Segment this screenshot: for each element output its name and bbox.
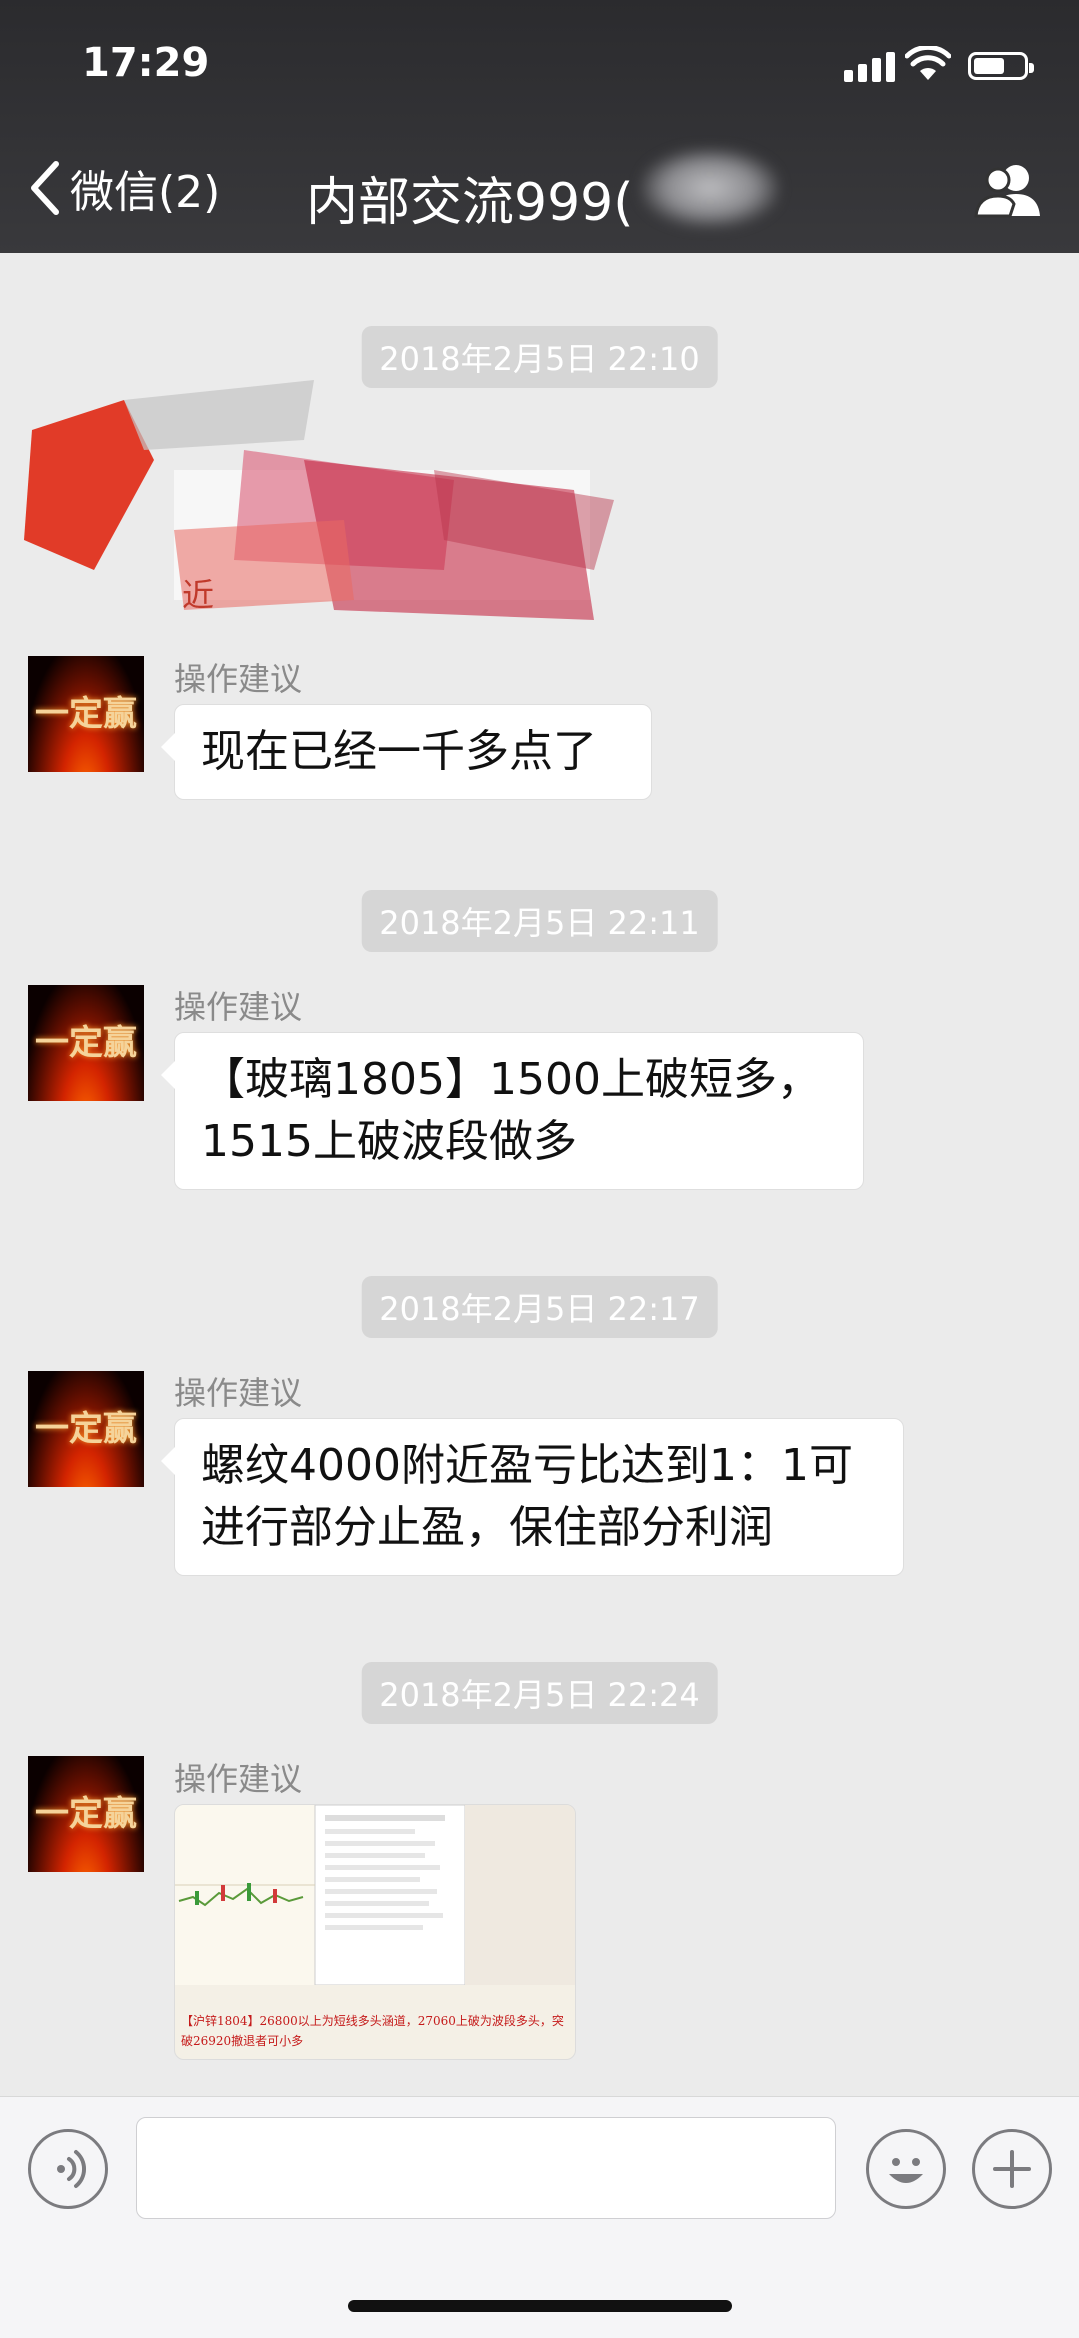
message-text: 现在已经一千多点了 <box>201 726 597 777</box>
redacted-fragment: 近 <box>182 576 214 614</box>
status-time: 17:29 <box>82 40 210 86</box>
sender-name: 操作建议 <box>174 660 303 698</box>
message-text: 螺纹4000附近盈亏比达到1：1可 进行部分止盈，保住部分利润 <box>201 1440 853 1553</box>
avatar[interactable]: 一定赢 <box>28 656 144 772</box>
back-button[interactable]: 微信(2) <box>26 158 220 218</box>
more-button[interactable] <box>972 2129 1052 2209</box>
group-members-icon[interactable] <box>974 160 1044 220</box>
redacted-title-part <box>640 148 780 228</box>
emoji-icon <box>889 2158 923 2183</box>
avatar[interactable]: 一定赢 <box>28 1756 144 1872</box>
voice-icon <box>57 2150 87 2188</box>
message-input[interactable] <box>136 2117 836 2219</box>
battery-icon <box>968 52 1034 80</box>
wifi-icon <box>905 46 951 80</box>
sender-name: 操作建议 <box>174 1374 303 1412</box>
avatar-text: 一定赢 <box>35 1794 137 1834</box>
message-bubble[interactable]: 【玻璃1805】1500上破短多， 1515上破波段做多 <box>161 1032 864 1190</box>
back-chevron-icon <box>31 161 59 215</box>
sender-name: 操作建议 <box>174 988 303 1026</box>
avatar-text: 一定赢 <box>35 1409 137 1449</box>
back-label: 微信(2) <box>70 167 221 218</box>
input-bar <box>0 2096 1079 2241</box>
image-caption: 【沪锌1804】26800以上为短线多头涵道，27060上破为波段多头，突破26… <box>181 2014 564 2048</box>
candlestick-thumbnail <box>175 1805 575 1986</box>
avatar[interactable]: 一定赢 <box>28 985 144 1101</box>
avatar[interactable]: 一定赢 <box>28 1371 144 1487</box>
chart-image-message[interactable]: 【沪锌1804】26800以上为短线多头涵道，27060上破为波段多头，突破26… <box>174 1804 576 2060</box>
message-text: 【玻璃1805】1500上破短多， 1515上破波段做多 <box>201 1054 821 1167</box>
avatar-text: 一定赢 <box>35 1023 137 1063</box>
avatar-text: 一定赢 <box>35 694 137 734</box>
message-bubble[interactable]: 现在已经一千多点了 <box>161 704 652 800</box>
message-bubble[interactable]: 螺纹4000附近盈亏比达到1：1可 进行部分止盈，保住部分利润 <box>161 1418 904 1576</box>
message-timestamp: 2018年2月5日 22:11 <box>361 890 718 952</box>
sender-name: 操作建议 <box>174 1760 303 1798</box>
home-indicator[interactable] <box>348 2300 732 2312</box>
voice-button[interactable] <box>28 2129 108 2209</box>
navigation-bar: 17:29 微信(2) 内部交流999( <box>0 0 1079 253</box>
safe-area <box>0 2240 1079 2338</box>
cellular-signal-icon <box>844 50 896 82</box>
emoji-button[interactable] <box>866 2129 946 2209</box>
plus-icon <box>993 2150 1031 2188</box>
message-timestamp: 2018年2月5日 22:17 <box>361 1276 718 1338</box>
chat-title: 内部交流999( <box>306 173 634 233</box>
redacted-image-message: 近 <box>24 380 614 620</box>
message-timestamp: 2018年2月5日 22:24 <box>361 1662 718 1724</box>
